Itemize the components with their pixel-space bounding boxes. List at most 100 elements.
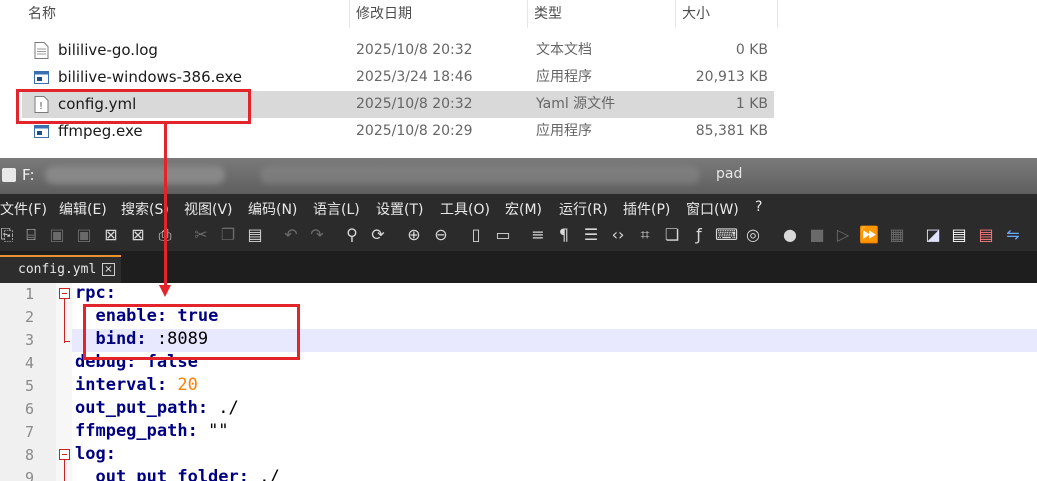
show-all-chars-icon[interactable]: ¶ xyxy=(553,224,575,246)
file-row-bililive-windows-386-exe[interactable]: bililive-windows-386.exe 2025/3/24 18:46… xyxy=(22,64,774,91)
record-macro-icon[interactable]: ● xyxy=(779,224,801,246)
annotation-arrow-head-icon xyxy=(159,285,171,297)
menu-plugins[interactable]: 插件(P) xyxy=(623,199,670,219)
line-number: 6 xyxy=(24,400,34,418)
close-icon[interactable]: ⊠ xyxy=(100,224,122,246)
fold-end-mark xyxy=(64,341,70,342)
yaml-value: "" xyxy=(197,421,229,441)
file-date: 2025/10/8 20:29 xyxy=(356,123,473,139)
paste-icon[interactable]: ▤ xyxy=(244,224,266,246)
open-file-icon[interactable]: ⌸ xyxy=(20,224,42,246)
language-markup-icon[interactable]: ‹› xyxy=(607,224,629,246)
redacted-title-blur xyxy=(45,166,225,184)
line-number: 3 xyxy=(24,331,34,349)
replace-icon[interactable]: ⟳ xyxy=(367,224,389,246)
save-all-icon[interactable]: ▣ xyxy=(73,224,95,246)
column-header-name[interactable]: 名称 xyxy=(22,0,350,28)
menu-settings[interactable]: 设置(T) xyxy=(376,199,423,219)
zoom-out-icon[interactable]: ⊖ xyxy=(430,224,452,246)
file-size: 0 KB xyxy=(735,42,768,58)
code-line-interval: interval: 20 xyxy=(75,375,198,395)
menu-file[interactable]: 文件(F) xyxy=(0,199,47,219)
code-line-ffmpeg-path: ffmpeg_path: "" xyxy=(75,421,229,441)
close-all-icon[interactable]: ⊠ xyxy=(127,224,149,246)
save-icon[interactable]: ▣ xyxy=(46,224,68,246)
stop-macro-icon[interactable]: ■ xyxy=(806,224,828,246)
tab-config-yml[interactable]: config.yml × xyxy=(0,255,121,283)
column-header-type[interactable]: 类型 xyxy=(528,0,676,28)
yaml-key: log: xyxy=(75,444,116,464)
yaml-key: interval: xyxy=(75,375,168,395)
monitoring-icon[interactable]: ◎ xyxy=(742,224,764,246)
fold-toggle-icon[interactable] xyxy=(59,288,70,299)
notepad-title-bar[interactable]: F: pad xyxy=(0,158,1037,194)
file-date: 2025/10/8 20:32 xyxy=(356,96,473,112)
yaml-value: 20 xyxy=(167,375,198,395)
column-header-date[interactable]: 修改日期 xyxy=(350,0,528,28)
indent-guide-icon[interactable]: ☰ xyxy=(580,224,602,246)
file-name: bililive-windows-386.exe xyxy=(58,68,243,86)
notepad-app-icon xyxy=(2,168,16,182)
redo-icon[interactable]: ↷ xyxy=(306,224,328,246)
play-macro-icon[interactable]: ▷ xyxy=(832,224,854,246)
copy-icon[interactable]: ❐ xyxy=(217,224,239,246)
plugin-nav-icon[interactable]: ⇋ xyxy=(1002,224,1024,246)
yaml-key: rpc: xyxy=(75,283,116,303)
menu-run[interactable]: 运行(R) xyxy=(559,199,608,219)
cut-icon[interactable]: ✂ xyxy=(190,224,212,246)
file-size: 1 KB xyxy=(735,96,768,112)
line-number: 2 xyxy=(24,308,34,326)
fold-toggle-icon[interactable] xyxy=(59,449,70,460)
menu-view[interactable]: 视图(V) xyxy=(184,199,233,219)
plugin-compare-icon[interactable]: ▤ xyxy=(948,224,970,246)
undo-icon[interactable]: ↶ xyxy=(280,224,302,246)
fold-guide-line xyxy=(64,460,65,481)
menu-language[interactable]: 语言(L) xyxy=(313,199,360,219)
toolbar: ⎘ ⌸ ▣ ▣ ⊠ ⊠ ⎙ ✂ ❐ ▤ ↶ ↷ ⚲ ⟳ ⊕ ⊖ ▯ ▭ ≡ ¶ … xyxy=(0,221,1037,251)
column-header-name-label: 名称 xyxy=(28,6,56,22)
yaml-key: out_put_path: xyxy=(75,398,209,418)
plugin-bookmark-icon[interactable]: ◪ xyxy=(922,224,944,246)
menu-encoding[interactable]: 编码(N) xyxy=(248,199,297,219)
document-list-icon[interactable]: ❏ xyxy=(661,224,683,246)
find-icon[interactable]: ⚲ xyxy=(341,224,363,246)
file-type: 应用程序 xyxy=(536,69,592,85)
yaml-value: ./ xyxy=(208,398,239,418)
menu-macro[interactable]: 宏(M) xyxy=(505,199,542,219)
column-header-size-label: 大小 xyxy=(682,6,710,22)
folder-as-workspace-icon[interactable]: ⌨ xyxy=(715,224,738,246)
menu-search[interactable]: 搜索(S) xyxy=(121,199,169,219)
file-type: 应用程序 xyxy=(536,123,592,139)
new-file-icon[interactable]: ⎘ xyxy=(0,224,18,246)
yaml-key: out_put_folder: xyxy=(75,467,249,481)
file-row-bililive-go-log[interactable]: bililive-go.log 2025/10/8 20:32 文本文档 0 K… xyxy=(22,37,774,64)
annotation-box-config-file xyxy=(16,89,251,124)
menu-edit[interactable]: 编辑(E) xyxy=(59,199,107,219)
redacted-title-blur xyxy=(260,166,700,184)
tab-close-icon[interactable]: × xyxy=(102,263,115,276)
word-wrap-icon[interactable]: ≡ xyxy=(527,224,549,246)
file-size: 85,381 KB xyxy=(695,123,768,139)
file-date: 2025/10/8 20:32 xyxy=(356,42,473,58)
plugin-diff-icon[interactable]: ▤ xyxy=(975,224,997,246)
menu-tools[interactable]: 工具(O) xyxy=(440,199,490,219)
code-line-rpc: rpc: xyxy=(75,283,116,303)
yaml-key: ffmpeg_path: xyxy=(75,421,198,441)
zoom-in-icon[interactable]: ⊕ xyxy=(403,224,425,246)
line-number: 4 xyxy=(24,354,34,372)
window-title-suffix: pad xyxy=(716,166,743,182)
document-map-icon[interactable]: ⌗ xyxy=(634,224,656,246)
column-header-size[interactable]: 大小 xyxy=(676,0,778,28)
menu-window[interactable]: 窗口(W) xyxy=(686,199,739,219)
column-header-date-label: 修改日期 xyxy=(356,6,412,22)
menu-help[interactable]: ? xyxy=(755,199,762,215)
run-macro-multiple-icon[interactable]: ⏩ xyxy=(858,224,880,246)
function-list-icon[interactable]: ƒ xyxy=(688,224,710,246)
sync-vertical-icon[interactable]: ▯ xyxy=(465,224,487,246)
text-file-icon xyxy=(34,42,49,59)
file-date: 2025/3/24 18:46 xyxy=(356,69,473,85)
yaml-value: ./ xyxy=(249,467,280,481)
line-number: 7 xyxy=(24,423,34,441)
sync-horizontal-icon[interactable]: ▭ xyxy=(492,224,514,246)
save-macro-icon[interactable]: ▦ xyxy=(886,224,908,246)
